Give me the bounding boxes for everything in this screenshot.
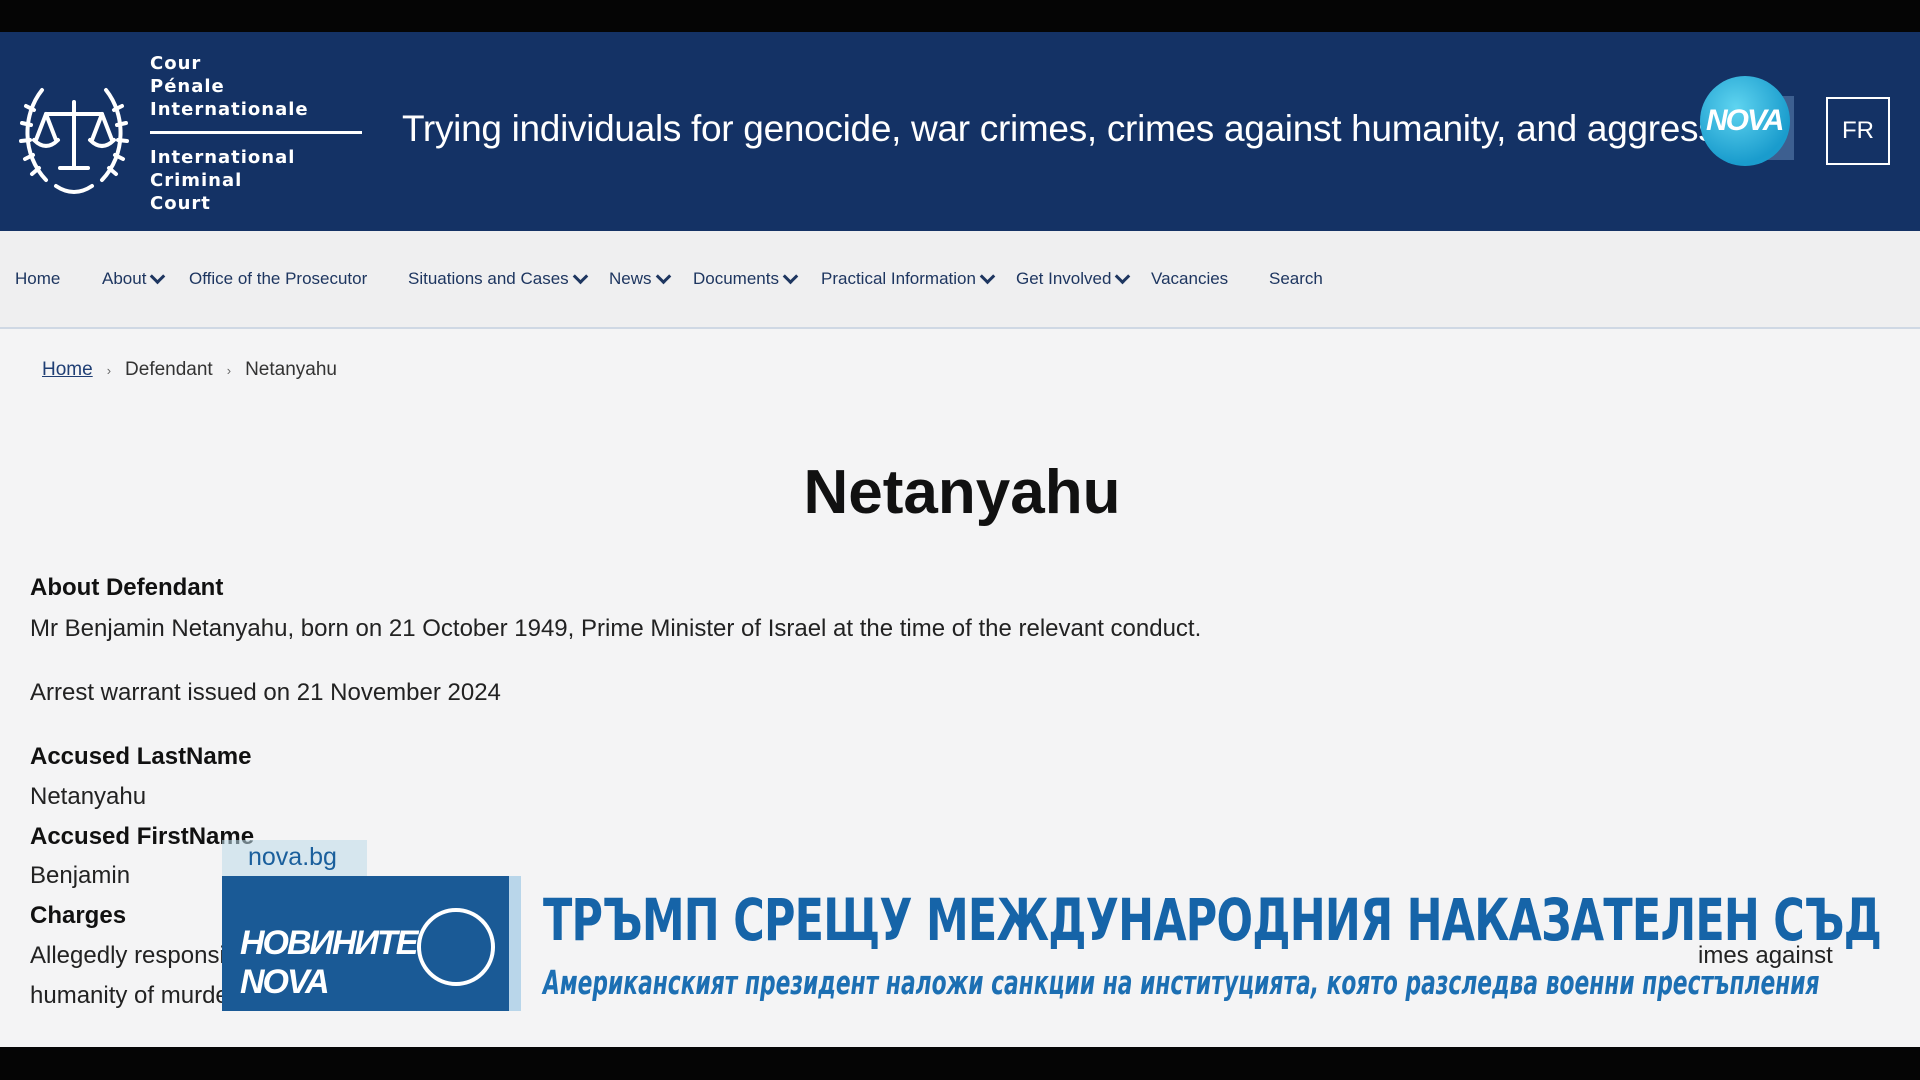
breadcrumb-separator-icon: › (226, 362, 232, 378)
nav-situations-and-cases[interactable]: Situations and Cases (408, 268, 588, 289)
site-tagline: Trying individuals for genocide, war cri… (402, 108, 1765, 149)
charges-heading: Charges (30, 902, 127, 929)
nav-vacancies[interactable]: Vacancies (1151, 269, 1228, 289)
scales-of-justice-icon[interactable] (16, 70, 132, 202)
court-name-block[interactable]: Cour Pénale Internationale International… (150, 52, 365, 215)
court-name-en-line: International (150, 147, 296, 168)
nav-label: Get Involved (1016, 269, 1112, 288)
nav-news[interactable]: News (609, 268, 671, 289)
novinite-nova-logo: НОВИНИТЕ NOVA (222, 876, 509, 1011)
nav-label: Home (15, 269, 61, 288)
nav-practical-information[interactable]: Practical Information (821, 268, 996, 289)
nav-about[interactable]: About (102, 268, 166, 289)
chevron-down-icon (572, 268, 588, 284)
nav-home[interactable]: Home (15, 269, 60, 289)
nav-label: News (609, 269, 652, 288)
nova-channel-logo: NOVA (1700, 76, 1796, 172)
chevron-down-icon (150, 268, 166, 284)
court-name-en-line: Court (150, 193, 211, 214)
breadcrumb-separator-icon: › (106, 362, 112, 378)
court-name-fr-line: Pénale (150, 76, 225, 97)
arrest-warrant-text: Arrest warrant issued on 21 November 202… (30, 679, 501, 706)
novinite-nova-logo-text: НОВИНИТЕ NOVA (240, 924, 418, 1001)
nav-label: Office of the Prosecutor (189, 269, 368, 288)
nav-get-involved[interactable]: Get Involved (1016, 268, 1131, 289)
court-name-fr-line: Internationale (150, 99, 309, 120)
charges-text-line2: humanity of murde (30, 982, 229, 1009)
nav-search[interactable]: Search (1269, 269, 1323, 289)
name-divider (150, 131, 362, 134)
video-letterbox-top (0, 0, 1920, 32)
news-site-label: nova.bg (222, 840, 367, 876)
site-header: Cour Pénale Internationale International… (0, 32, 1920, 231)
chevron-down-icon (782, 268, 799, 284)
nav-documents[interactable]: Documents (693, 268, 799, 289)
nav-label: About (102, 269, 147, 288)
nav-label: Situations and Cases (408, 269, 569, 288)
nav-label: Vacancies (1151, 269, 1229, 288)
language-switch-button[interactable]: FR (1826, 97, 1890, 165)
accused-firstname-heading: Accused FirstName (30, 823, 255, 850)
chevron-down-icon (979, 268, 996, 284)
court-name-fr-line: Cour (150, 53, 202, 74)
main-navigation: Home About Office of the Prosecutor Situ… (0, 231, 1920, 329)
overlay-accent-strip (509, 876, 521, 1011)
accused-lastname-heading: Accused LastName (30, 743, 252, 770)
news-headline: ТРЪМП СРЕЩУ МЕЖДУНАРОДНИЯ НАКАЗАТЕЛЕН СЪ… (543, 886, 1882, 954)
news-subheadline: Американският президент наложи санкции н… (543, 963, 1820, 1002)
about-defendant-text: Mr Benjamin Netanyahu, born on 21 Octobe… (30, 615, 1202, 642)
accused-firstname-value: Benjamin (30, 862, 131, 889)
about-defendant-heading: About Defendant (30, 574, 224, 601)
chevron-down-icon (1115, 268, 1131, 284)
breadcrumb-current: Netanyahu (245, 359, 337, 380)
nav-label: Documents (693, 269, 779, 288)
nova-logo-text: NOVA (1706, 104, 1784, 137)
nav-label: Search (1269, 269, 1323, 288)
nav-label: Practical Information (821, 269, 976, 288)
breadcrumb: Home › Defendant › Netanyahu (42, 359, 337, 381)
court-name-en-line: Criminal (150, 170, 243, 191)
breadcrumb-home-link[interactable]: Home (42, 359, 93, 381)
video-letterbox-bottom (0, 1047, 1920, 1080)
page-title: Netanyahu (803, 458, 1121, 527)
charges-text-line1-start: Allegedly responsi (30, 942, 225, 969)
accused-lastname-value: Netanyahu (30, 783, 147, 810)
breadcrumb-item: Defendant (125, 359, 213, 380)
nav-office-of-the-prosecutor[interactable]: Office of the Prosecutor (189, 269, 367, 289)
chevron-down-icon (655, 268, 671, 284)
